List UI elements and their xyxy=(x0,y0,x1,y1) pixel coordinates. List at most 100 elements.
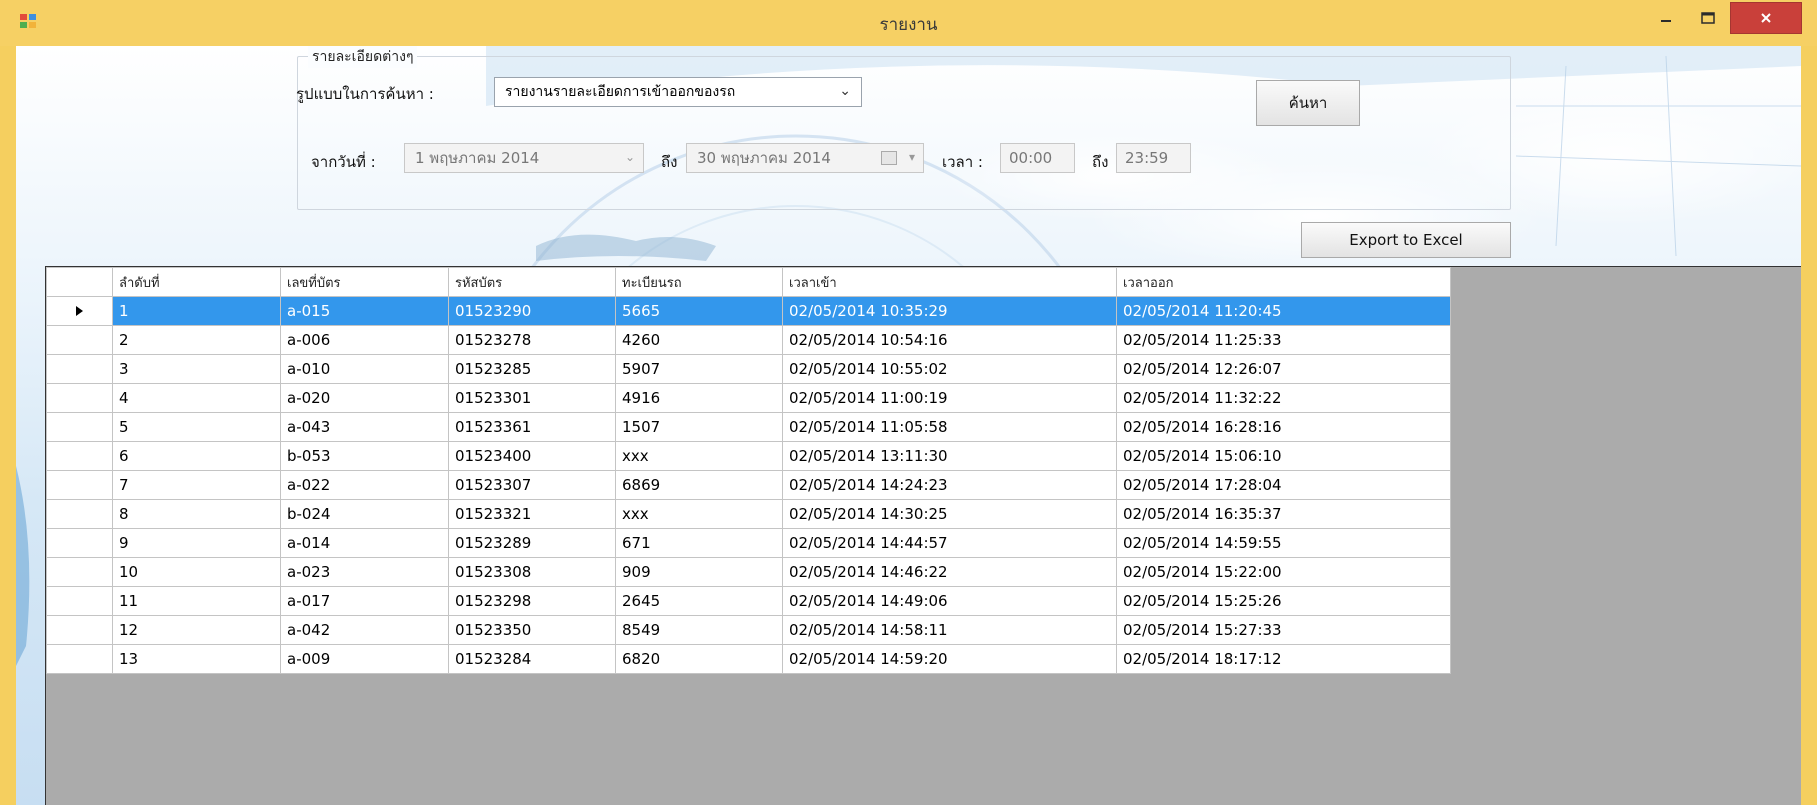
cell-time-out[interactable]: 02/05/2014 15:06:10 xyxy=(1116,441,1451,471)
row-header[interactable] xyxy=(46,354,113,384)
search-format-select[interactable]: รายงานรายละเอียดการเข้าออกของรถ ⌄ xyxy=(494,77,862,107)
search-button[interactable]: ค้นหา xyxy=(1256,80,1360,126)
cell-sequence[interactable]: 5 xyxy=(112,412,281,442)
table-row[interactable]: 11 a-017 01523298 2645 02/05/2014 14:49:06 02… xyxy=(46,586,1451,616)
cell-plate[interactable]: xxx xyxy=(615,441,783,471)
time-to-input[interactable]: 23:59 xyxy=(1116,143,1191,173)
cell-card-number[interactable]: a-006 xyxy=(280,325,449,355)
cell-time-out[interactable]: 02/05/2014 11:32:22 xyxy=(1116,383,1451,413)
cell-time-out[interactable]: 02/05/2014 11:20:45 xyxy=(1116,296,1451,326)
cell-sequence[interactable]: 9 xyxy=(112,528,281,558)
cell-time-out[interactable]: 02/05/2014 15:22:00 xyxy=(1116,557,1451,587)
cell-time-in[interactable]: 02/05/2014 14:59:20 xyxy=(782,644,1117,674)
cell-card-code[interactable]: 01523308 xyxy=(448,557,616,587)
row-header[interactable] xyxy=(46,499,113,529)
cell-sequence[interactable]: 4 xyxy=(112,383,281,413)
cell-plate[interactable]: 5665 xyxy=(615,296,783,326)
row-header[interactable] xyxy=(46,644,113,674)
cell-card-code[interactable]: 01523278 xyxy=(448,325,616,355)
cell-card-number[interactable]: b-053 xyxy=(280,441,449,471)
cell-card-number[interactable]: a-009 xyxy=(280,644,449,674)
cell-card-code[interactable]: 01523285 xyxy=(448,354,616,384)
row-header[interactable] xyxy=(46,615,113,645)
column-header-sequence[interactable]: ลำดับที่ xyxy=(112,267,281,297)
cell-time-in[interactable]: 02/05/2014 14:30:25 xyxy=(782,499,1117,529)
row-header[interactable] xyxy=(46,441,113,471)
cell-plate[interactable]: 4260 xyxy=(615,325,783,355)
cell-card-code[interactable]: 01523284 xyxy=(448,644,616,674)
row-header[interactable] xyxy=(46,557,113,587)
cell-time-in[interactable]: 02/05/2014 11:05:58 xyxy=(782,412,1117,442)
cell-card-number[interactable]: a-023 xyxy=(280,557,449,587)
cell-time-in[interactable]: 02/05/2014 11:00:19 xyxy=(782,383,1117,413)
minimize-button[interactable] xyxy=(1646,2,1686,34)
cell-card-number[interactable]: a-010 xyxy=(280,354,449,384)
time-from-input[interactable]: 00:00 xyxy=(1000,143,1075,173)
cell-card-number[interactable]: a-022 xyxy=(280,470,449,500)
table-row[interactable]: 8 b-024 01523321 xxx 02/05/2014 14:30:25 02/0… xyxy=(46,499,1451,529)
cell-sequence[interactable]: 10 xyxy=(112,557,281,587)
cell-time-out[interactable]: 02/05/2014 18:17:12 xyxy=(1116,644,1451,674)
table-row[interactable]: 13 a-009 01523284 6820 02/05/2014 14:59:20 02… xyxy=(46,644,1451,674)
cell-time-in[interactable]: 02/05/2014 14:58:11 xyxy=(782,615,1117,645)
export-excel-button[interactable]: Export to Excel xyxy=(1301,222,1511,258)
cell-card-code[interactable]: 01523361 xyxy=(448,412,616,442)
table-row[interactable]: 9 a-014 01523289 671 02/05/2014 14:44:57 02/0… xyxy=(46,528,1451,558)
table-row[interactable]: 1 a-015 01523290 5665 02/05/2014 10:35:29 02/… xyxy=(46,296,1451,326)
table-row[interactable]: 10 a-023 01523308 909 02/05/2014 14:46:22 02/… xyxy=(46,557,1451,587)
cell-plate[interactable]: xxx xyxy=(615,499,783,529)
column-header-card-code[interactable]: รหัสบัตร xyxy=(448,267,616,297)
cell-card-number[interactable]: b-024 xyxy=(280,499,449,529)
cell-time-out[interactable]: 02/05/2014 15:27:33 xyxy=(1116,615,1451,645)
cell-card-number[interactable]: a-015 xyxy=(280,296,449,326)
cell-plate[interactable]: 2645 xyxy=(615,586,783,616)
cell-card-number[interactable]: a-042 xyxy=(280,615,449,645)
title-bar[interactable]: รายงาน xyxy=(0,0,1817,46)
cell-time-out[interactable]: 02/05/2014 11:25:33 xyxy=(1116,325,1451,355)
cell-time-in[interactable]: 02/05/2014 14:24:23 xyxy=(782,470,1117,500)
row-header[interactable] xyxy=(46,383,113,413)
cell-card-number[interactable]: a-017 xyxy=(280,586,449,616)
cell-time-out[interactable]: 02/05/2014 14:59:55 xyxy=(1116,528,1451,558)
cell-card-code[interactable]: 01523307 xyxy=(448,470,616,500)
cell-card-code[interactable]: 01523301 xyxy=(448,383,616,413)
cell-time-in[interactable]: 02/05/2014 13:11:30 xyxy=(782,441,1117,471)
cell-card-number[interactable]: a-014 xyxy=(280,528,449,558)
cell-time-out[interactable]: 02/05/2014 12:26:07 xyxy=(1116,354,1451,384)
column-header-card-number[interactable]: เลขที่บัตร xyxy=(280,267,449,297)
cell-time-in[interactable]: 02/05/2014 14:46:22 xyxy=(782,557,1117,587)
cell-time-out[interactable]: 02/05/2014 17:28:04 xyxy=(1116,470,1451,500)
to-date-picker[interactable]: 30 พฤษภาคม 2014 ▾ xyxy=(686,143,924,173)
cell-card-code[interactable]: 01523350 xyxy=(448,615,616,645)
row-header[interactable] xyxy=(46,296,113,326)
cell-card-code[interactable]: 01523321 xyxy=(448,499,616,529)
cell-sequence[interactable]: 1 xyxy=(112,296,281,326)
cell-card-code[interactable]: 01523400 xyxy=(448,441,616,471)
cell-card-number[interactable]: a-043 xyxy=(280,412,449,442)
cell-plate[interactable]: 4916 xyxy=(615,383,783,413)
row-header[interactable] xyxy=(46,586,113,616)
cell-sequence[interactable]: 8 xyxy=(112,499,281,529)
cell-card-code[interactable]: 01523298 xyxy=(448,586,616,616)
column-header-plate[interactable]: ทะเบียนรถ xyxy=(615,267,783,297)
table-row[interactable]: 6 b-053 01523400 xxx 02/05/2014 13:11:30 02/0… xyxy=(46,441,1451,471)
column-header-time-in[interactable]: เวลาเข้า xyxy=(782,267,1117,297)
row-header[interactable] xyxy=(46,412,113,442)
cell-sequence[interactable]: 6 xyxy=(112,441,281,471)
table-row[interactable]: 3 a-010 01523285 5907 02/05/2014 10:55:02 02/… xyxy=(46,354,1451,384)
cell-plate[interactable]: 909 xyxy=(615,557,783,587)
cell-plate[interactable]: 671 xyxy=(615,528,783,558)
cell-plate[interactable]: 5907 xyxy=(615,354,783,384)
cell-sequence[interactable]: 7 xyxy=(112,470,281,500)
cell-card-number[interactable]: a-020 xyxy=(280,383,449,413)
report-data-grid[interactable]: ลำดับที่ เลขที่บัตร รหัสบัตร ทะเบียนรถ เ… xyxy=(45,266,1801,805)
table-row[interactable]: 5 a-043 01523361 1507 02/05/2014 11:05:58 02/… xyxy=(46,412,1451,442)
cell-time-in[interactable]: 02/05/2014 10:35:29 xyxy=(782,296,1117,326)
row-header[interactable] xyxy=(46,470,113,500)
table-row[interactable]: 4 a-020 01523301 4916 02/05/2014 11:00:19 02/… xyxy=(46,383,1451,413)
cell-time-in[interactable]: 02/05/2014 14:49:06 xyxy=(782,586,1117,616)
cell-time-in[interactable]: 02/05/2014 14:44:57 xyxy=(782,528,1117,558)
cell-plate[interactable]: 6869 xyxy=(615,470,783,500)
cell-time-out[interactable]: 02/05/2014 15:25:26 xyxy=(1116,586,1451,616)
maximize-button[interactable] xyxy=(1688,2,1728,34)
